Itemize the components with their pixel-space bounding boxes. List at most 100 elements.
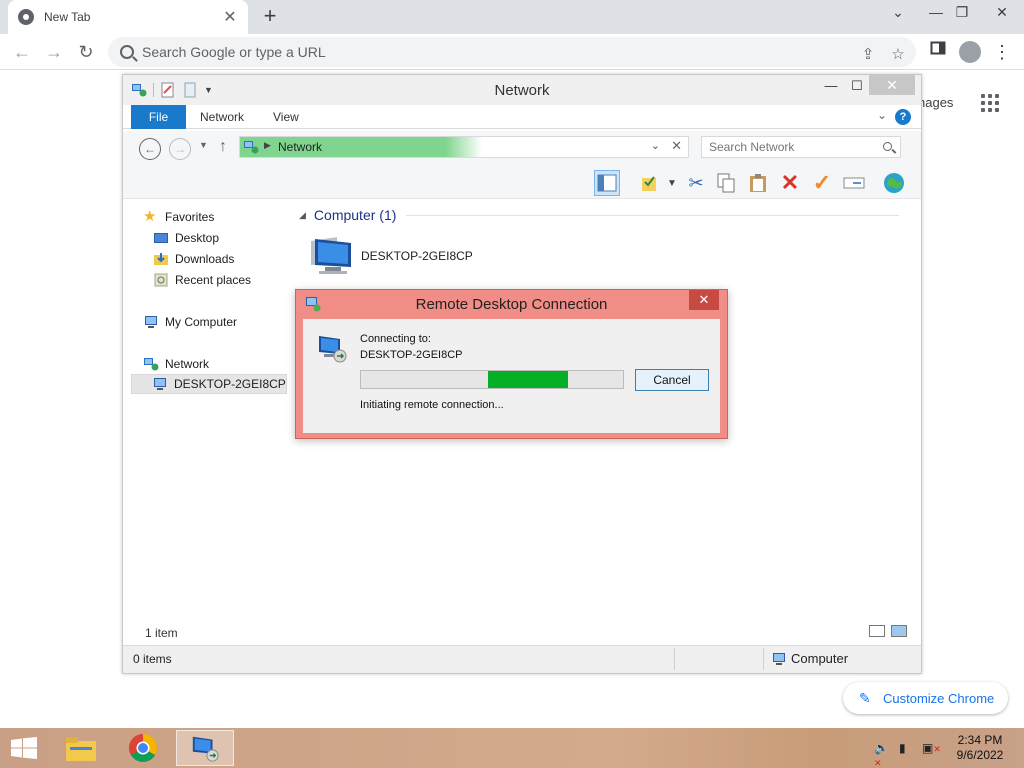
status-items: 0 items (133, 652, 172, 666)
forward-arrow-icon[interactable]: → (42, 40, 66, 64)
collapse-triangle-icon[interactable]: ◢ (299, 210, 306, 221)
nav-network-desktop-label: DESKTOP-2GEI8CP (174, 377, 286, 391)
taskbar: 🔈✕ ▮ ▣✕ 2:34 PM 9/6/2022 (0, 728, 1024, 768)
volume-muted-icon[interactable]: 🔈✕ (874, 741, 890, 768)
search-network-input[interactable]: Search Network (701, 136, 901, 158)
help-icon[interactable]: ? (895, 109, 911, 125)
taskbar-file-explorer[interactable] (52, 730, 110, 766)
tab-network[interactable]: Network (200, 105, 244, 129)
search-icon (120, 45, 134, 59)
new-tab-button[interactable]: + (258, 5, 282, 29)
restore-button[interactable]: ❐ (950, 4, 974, 21)
nav-network[interactable]: Network (143, 354, 209, 374)
reload-icon[interactable]: ↻ (74, 40, 98, 64)
connection-status: Initiating remote connection... (360, 399, 504, 411)
computer-icon (154, 378, 166, 390)
nav-favorites[interactable]: ★ Favorites (143, 207, 214, 227)
computer-large-icon (311, 237, 351, 274)
profile-avatar[interactable] (958, 40, 982, 64)
remote-desktop-icon (192, 736, 219, 762)
large-icons-view-icon[interactable] (891, 625, 907, 637)
side-panel-icon[interactable] (926, 40, 950, 64)
taskbar-remote-desktop[interactable] (176, 730, 234, 766)
explorer-forward-button[interactable]: → (169, 138, 191, 160)
network-disconnected-icon[interactable]: ▣✕ (922, 741, 941, 755)
tab-new-tab[interactable]: New Tab ✕ (8, 0, 248, 34)
customize-chrome-button[interactable]: ✎ Customize Chrome (843, 682, 1008, 714)
apply-checkmark-icon[interactable]: ✓ (809, 170, 835, 196)
nav-downloads[interactable]: Downloads (153, 249, 234, 269)
explorer-minimize-button[interactable]: — (817, 75, 845, 97)
chrome-toolbar: ← → ↻ Search Google or type a URL ⇪ ☆ ⋮ (0, 34, 1024, 70)
desktop-icon (154, 233, 168, 243)
breadcrumb-arrow-icon[interactable]: ▶ (264, 140, 271, 151)
minimize-button[interactable]: — (924, 4, 948, 20)
nav-recent-places[interactable]: Recent places (153, 270, 251, 290)
computer-icon (145, 316, 157, 328)
expand-ribbon-chevron-icon[interactable]: ⌄ (877, 108, 887, 122)
search-network-placeholder: Search Network (709, 140, 795, 154)
taskbar-clock[interactable]: 2:34 PM 9/6/2022 (948, 733, 1012, 763)
preview-pane-icon[interactable] (594, 170, 620, 196)
details-view-icon[interactable] (869, 625, 885, 637)
tab-close-icon[interactable]: ✕ (222, 7, 238, 27)
chrome-icon (129, 734, 157, 762)
nav-network-desktop[interactable]: DESKTOP-2GEI8CP (131, 374, 287, 394)
bookmark-star-icon[interactable]: ☆ (888, 45, 908, 63)
view-toggles (869, 625, 907, 637)
up-arrow-icon[interactable]: ↑ (219, 138, 227, 156)
back-arrow-icon[interactable]: ← (10, 40, 34, 64)
power-icon[interactable]: ▮ (899, 741, 915, 755)
address-bar[interactable]: ▶ Network ⌄ ✕ (239, 136, 689, 158)
status-bar: 0 items Computer (123, 645, 921, 673)
cut-scissors-icon[interactable]: ✂ (683, 170, 709, 196)
omnibox[interactable]: Search Google or type a URL ⇪ ☆ (108, 37, 916, 67)
group-header-label: Computer (1) (313, 207, 397, 223)
tab-view[interactable]: View (273, 105, 299, 129)
taskbar-chrome[interactable] (114, 730, 172, 766)
chrome-menu-icon[interactable]: ⋮ (990, 40, 1014, 64)
copy-icon[interactable] (713, 170, 739, 196)
paste-clipboard-icon[interactable] (745, 170, 771, 196)
tab-file[interactable]: File (131, 105, 186, 129)
group-header-computer[interactable]: ◢ Computer (1) (299, 207, 899, 223)
group-divider (406, 214, 899, 216)
explorer-close-button[interactable]: ✕ (869, 75, 915, 95)
status-location-label: Computer (791, 651, 849, 666)
images-link[interactable]: nages (918, 95, 953, 110)
nav-network-label: Network (165, 357, 210, 371)
explorer-maximize-button[interactable]: ☐ (843, 75, 871, 97)
dialog-title: Remote Desktop Connection (415, 296, 608, 313)
properties-icon[interactable] (160, 82, 176, 98)
qat-dropdown-icon[interactable]: ▼ (204, 85, 213, 95)
windows-start-icon[interactable] (10, 737, 38, 759)
computer-list-item[interactable]: DESKTOP-2GEI8CP (307, 235, 473, 277)
apps-grid-icon[interactable] (981, 94, 999, 112)
rename-icon[interactable] (841, 170, 867, 196)
nav-desktop[interactable]: Desktop (153, 228, 219, 248)
explorer-titlebar: Network ▼ — ☐ ✕ (123, 75, 921, 105)
close-window-button[interactable]: ✕ (990, 4, 1014, 21)
item-count: 1 item (145, 626, 178, 640)
nav-my-computer[interactable]: My Computer (143, 312, 237, 332)
new-folder-icon[interactable] (182, 82, 198, 98)
tab-search-chevron-icon[interactable]: ⌄ (886, 4, 910, 21)
explorer-back-button[interactable]: ← (139, 138, 161, 160)
tab-title: New Tab (44, 10, 91, 24)
progress-fill (488, 371, 568, 388)
options-dropdown-icon[interactable]: ▼ (659, 170, 685, 196)
address-dropdown-icon[interactable]: ⌄ (651, 139, 660, 152)
pencil-icon: ✎ (859, 690, 871, 706)
recent-locations-icon[interactable]: ▼ (199, 140, 208, 150)
file-explorer-icon (66, 737, 96, 761)
omnibox-placeholder: Search Google or type a URL (142, 44, 326, 60)
globe-icon[interactable] (881, 170, 907, 196)
dialog-close-button[interactable]: ✕ (689, 290, 719, 310)
address-clear-icon[interactable]: ✕ (671, 138, 682, 154)
share-icon[interactable]: ⇪ (858, 45, 878, 63)
breadcrumb-network[interactable]: Network (278, 140, 322, 154)
delete-x-icon[interactable]: ✕ (777, 170, 803, 196)
customize-chrome-label: Customize Chrome (883, 690, 995, 706)
cancel-button[interactable]: Cancel (635, 369, 709, 391)
network-app-icon (132, 84, 147, 97)
